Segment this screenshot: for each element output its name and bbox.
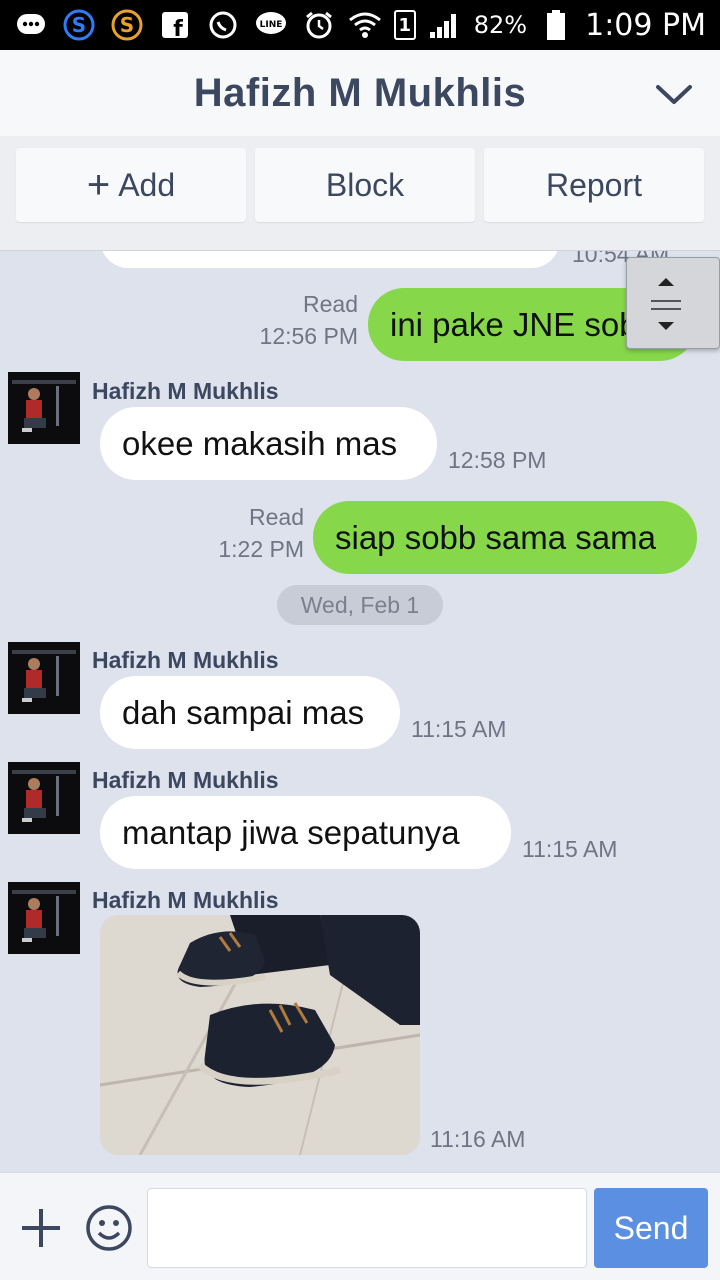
skype-blue-icon: S bbox=[62, 8, 96, 42]
svg-text:S: S bbox=[72, 13, 86, 37]
chevron-down-icon[interactable] bbox=[652, 72, 696, 116]
status-bar: S S f LINE 1 82% 1:09 PM bbox=[0, 0, 720, 50]
add-button-label: Add bbox=[118, 166, 176, 203]
report-button[interactable]: Report bbox=[484, 148, 704, 222]
whatsapp-icon bbox=[206, 8, 240, 42]
page-title: Hafizh M Mukhlis bbox=[193, 70, 527, 115]
read-receipt: Read bbox=[249, 504, 304, 530]
svg-text:f: f bbox=[173, 17, 183, 39]
message-photo[interactable] bbox=[100, 915, 420, 1155]
message-time: 11:15 AM bbox=[411, 716, 507, 742]
battery-icon bbox=[539, 8, 573, 42]
add-friend-button[interactable]: + Add bbox=[16, 148, 246, 222]
message-status: Read 1:22 PM bbox=[176, 501, 304, 565]
message-text: okee makasih mas bbox=[122, 424, 398, 462]
sender-name: Hafizh M Mukhlis bbox=[92, 647, 279, 673]
chat-message-list[interactable]: 10:54 AM Read 12:56 PM ini pake JNE sob … bbox=[0, 251, 720, 1171]
fast-scroll-handle[interactable] bbox=[626, 257, 720, 349]
line-icon: LINE bbox=[254, 8, 288, 42]
battery-percent: 82% bbox=[473, 11, 528, 39]
sender-name: Hafizh M Mukhlis bbox=[92, 378, 279, 404]
emoji-icon[interactable] bbox=[84, 1203, 134, 1253]
message-bubble-incoming[interactable]: mantap jiwa sepatunya bbox=[100, 796, 511, 869]
alarm-icon bbox=[302, 8, 336, 42]
chat-header: Hafizh M Mukhlis bbox=[0, 50, 720, 136]
read-receipt: Read bbox=[303, 291, 358, 317]
message-text: ini pake JNE sob bbox=[390, 305, 638, 343]
avatar[interactable] bbox=[8, 762, 80, 834]
signal-icon bbox=[428, 8, 462, 42]
message-bubble-outgoing[interactable]: siap sobb sama sama bbox=[313, 501, 697, 574]
message-bubble-partial[interactable] bbox=[100, 251, 560, 268]
facebook-icon: f bbox=[158, 8, 192, 42]
avatar[interactable] bbox=[8, 882, 80, 954]
block-button[interactable]: Block bbox=[255, 148, 475, 222]
message-time: 12:58 PM bbox=[448, 447, 547, 473]
message-text: mantap jiwa sepatunya bbox=[122, 813, 460, 851]
block-button-label: Block bbox=[325, 166, 405, 203]
contact-action-bar: + Add Block Report bbox=[0, 136, 720, 251]
svg-text:LINE: LINE bbox=[260, 20, 283, 30]
message-time: 11:16 AM bbox=[430, 1126, 526, 1152]
message-time: 1:22 PM bbox=[218, 536, 304, 562]
clock: 1:09 PM bbox=[585, 7, 706, 43]
chat-bubble-icon bbox=[14, 8, 48, 42]
date-divider: Wed, Feb 1 bbox=[277, 585, 443, 625]
plus-icon: + bbox=[86, 163, 111, 207]
sim-icon: 1 bbox=[393, 10, 416, 40]
message-input-bar: Send bbox=[0, 1172, 720, 1280]
avatar[interactable] bbox=[8, 642, 80, 714]
svg-text:S: S bbox=[120, 13, 134, 37]
avatar[interactable] bbox=[8, 372, 80, 444]
message-input[interactable] bbox=[147, 1188, 587, 1268]
sender-name: Hafizh M Mukhlis bbox=[92, 767, 279, 793]
add-attachment-icon[interactable] bbox=[18, 1205, 64, 1251]
sender-name: Hafizh M Mukhlis bbox=[92, 887, 279, 913]
send-button[interactable]: Send bbox=[594, 1188, 708, 1268]
message-bubble-incoming[interactable]: dah sampai mas bbox=[100, 676, 400, 749]
message-bubble-incoming[interactable]: okee makasih mas bbox=[100, 407, 437, 480]
report-button-label: Report bbox=[545, 166, 643, 203]
message-status: Read 12:56 PM bbox=[230, 288, 358, 352]
message-text: siap sobb sama sama bbox=[335, 518, 656, 556]
skype-orange-icon: S bbox=[110, 8, 144, 42]
message-time: 11:15 AM bbox=[522, 836, 618, 862]
message-text: dah sampai mas bbox=[122, 693, 365, 731]
message-time: 12:56 PM bbox=[259, 323, 358, 349]
wifi-icon bbox=[348, 8, 382, 42]
